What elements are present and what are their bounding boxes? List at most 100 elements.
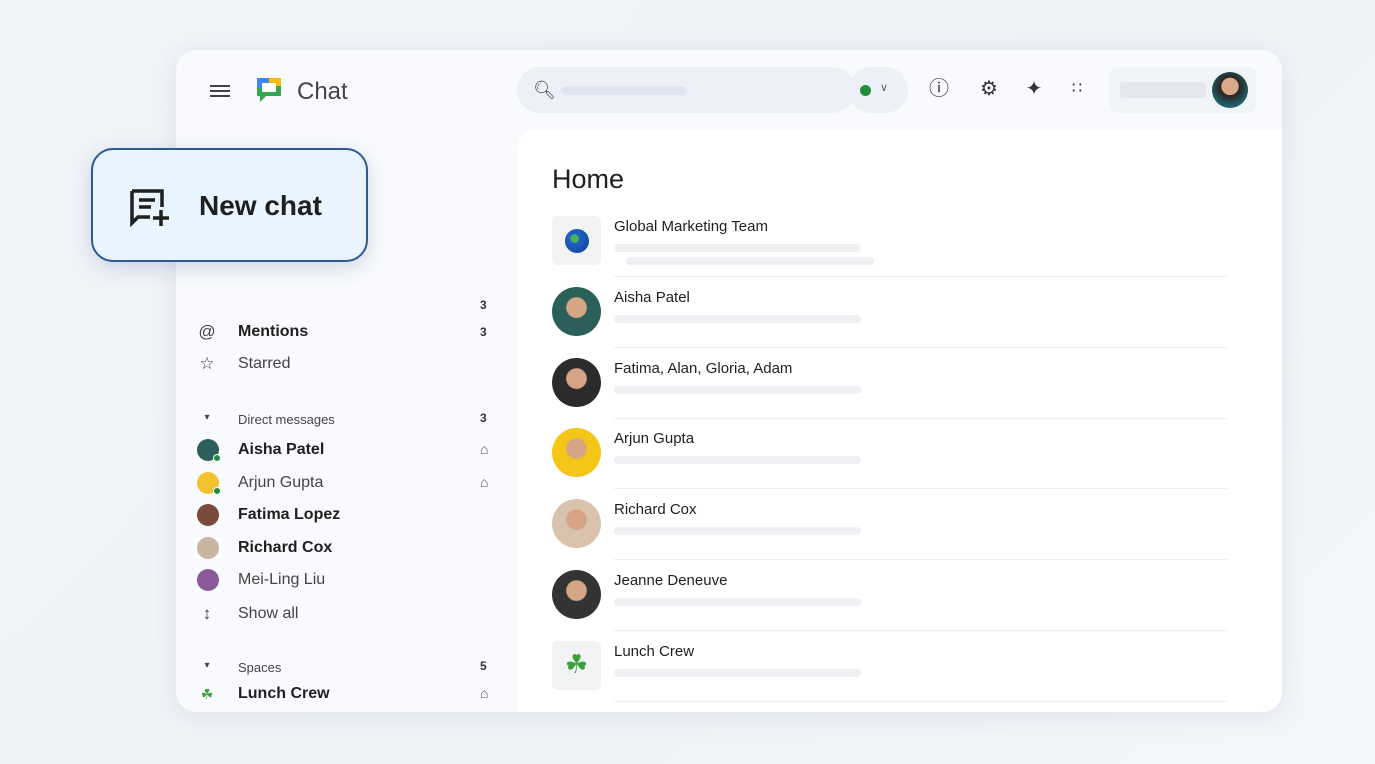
- divider: [614, 346, 1227, 348]
- conversation-name: Arjun Gupta: [614, 430, 695, 448]
- search-placeholder: [561, 86, 687, 95]
- pin-icon[interactable]: ⌂: [480, 474, 488, 490]
- avatar: [552, 357, 601, 407]
- avatar: [197, 439, 221, 462]
- sidebar-dm-item[interactable]: Richard Cox: [196, 535, 496, 563]
- status-active-icon: [860, 85, 871, 96]
- home-panel: Home Global Marketing Team Aisha Patel Fat…: [517, 130, 1282, 712]
- avatar: [197, 569, 219, 591]
- section-label: Spaces: [238, 660, 282, 675]
- conversation-item[interactable]: Arjun Gupta: [552, 428, 1227, 499]
- help-icon[interactable]: ⓘ: [926, 76, 952, 102]
- gemini-sparkle-icon[interactable]: ✦: [1021, 76, 1047, 102]
- message-preview-placeholder: [614, 385, 861, 394]
- show-all-label: Show all: [238, 605, 299, 622]
- message-preview-placeholder: [614, 456, 861, 465]
- sidebar-item-label: Lunch Crew: [238, 685, 330, 702]
- at-icon: @: [198, 322, 216, 341]
- conversation-item[interactable]: Fatima, Alan, Gloria, Adam: [552, 357, 1227, 429]
- sidebar-item-label: Arjun Gupta: [238, 473, 324, 491]
- sidebar-dm-item[interactable]: Fatima Lopez: [196, 502, 496, 530]
- online-indicator: [213, 486, 221, 495]
- message-preview-placeholder: [626, 257, 874, 265]
- conversation-name: Global Marketing Team: [614, 218, 768, 235]
- app-title: Chat: [297, 78, 348, 105]
- avatar: [197, 536, 219, 559]
- message-preview-placeholder: [614, 527, 861, 536]
- avatar: [552, 570, 601, 619]
- new-chat-label: New chat: [199, 190, 322, 221]
- globe-icon: [565, 229, 589, 253]
- avatar: [552, 428, 601, 478]
- divider: [614, 630, 1227, 631]
- pin-icon[interactable]: ⌂: [480, 685, 488, 701]
- avatar: [1212, 72, 1248, 108]
- caret-down-icon: ▾: [204, 660, 210, 671]
- divider: [614, 488, 1227, 490]
- sidebar-item-home[interactable]: 3: [196, 292, 496, 320]
- new-chat-button[interactable]: New chat: [91, 148, 368, 262]
- conversation-item[interactable]: Global Marketing Team: [552, 216, 1227, 287]
- message-preview-placeholder: [614, 244, 861, 252]
- shamrock-icon: ☘: [200, 686, 214, 702]
- pin-icon[interactable]: ⌂: [480, 441, 488, 457]
- conversation-name: Aisha Patel: [614, 288, 690, 306]
- sidebar-item-label: Mei-Ling Liu: [238, 571, 326, 588]
- conversation-name: Richard Cox: [614, 501, 697, 519]
- space-icon: ☘: [552, 640, 601, 690]
- sidebar-dm-item[interactable]: Arjun Gupta ⌂: [196, 470, 496, 498]
- message-preview-placeholder: [614, 668, 861, 677]
- google-chat-logo: [257, 78, 281, 102]
- conversation-item[interactable]: Aisha Patel: [552, 286, 1227, 358]
- message-preview-placeholder: [614, 598, 861, 606]
- conversation-item[interactable]: Richard Cox: [552, 499, 1227, 570]
- online-indicator: [213, 454, 221, 462]
- account-name-placeholder: [1120, 82, 1206, 98]
- sidebar-item-starred[interactable]: ☆ Starred: [196, 351, 496, 379]
- avatar: [552, 286, 601, 336]
- new-chat-icon: [130, 189, 169, 228]
- sidebar-dm-item[interactable]: Mei-Ling Liu: [196, 567, 496, 595]
- unread-count: 3: [480, 325, 487, 339]
- page-title: Home: [552, 164, 625, 194]
- gear-icon[interactable]: ⚙: [976, 76, 1002, 102]
- caret-down-icon: ▾: [204, 412, 210, 423]
- conversation-name: Fatima, Alan, Gloria, Adam: [614, 359, 793, 377]
- avatar: [197, 471, 221, 495]
- sidebar-item-mentions[interactable]: @ Mentions 3: [196, 319, 496, 347]
- search-icon: 🔍︎: [533, 80, 556, 100]
- main-menu-icon[interactable]: [210, 82, 230, 98]
- avatar: [197, 504, 219, 526]
- divider: [614, 417, 1227, 419]
- sidebar-dm-item[interactable]: Aisha Patel ⌂: [196, 437, 496, 465]
- avatar: [552, 499, 601, 549]
- conversation-name: Lunch Crew: [614, 642, 695, 660]
- spaces-header[interactable]: ▾ Spaces 5: [196, 653, 496, 681]
- divider: [614, 276, 1227, 277]
- apps-grid-icon[interactable]: ∷: [1064, 76, 1090, 102]
- sidebar-item-label: Aisha Patel: [238, 441, 325, 458]
- divider: [614, 559, 1227, 561]
- conversation-item[interactable]: Jeanne Deneuve: [552, 570, 1227, 641]
- unread-count: 3: [480, 411, 487, 425]
- home-icon: [196, 294, 218, 316]
- sidebar-item-label: Starred: [238, 355, 291, 372]
- space-icon: [552, 216, 601, 265]
- message-preview-placeholder: [614, 314, 861, 323]
- conversation-name: Jeanne Deneuve: [614, 572, 728, 589]
- sidebar-item-label: Richard Cox: [238, 538, 333, 556]
- sidebar-item-label: Fatima Lopez: [238, 506, 341, 523]
- show-all-button[interactable]: ↕ Show all: [196, 601, 496, 629]
- search-input[interactable]: 🔍︎: [517, 67, 855, 113]
- account-button[interactable]: [1110, 67, 1256, 113]
- section-label: Direct messages: [238, 412, 335, 427]
- chevron-down-icon: ∨: [880, 82, 889, 94]
- star-icon: ☆: [199, 354, 215, 373]
- status-dropdown[interactable]: ∨: [848, 67, 908, 113]
- divider: [614, 700, 1227, 702]
- expand-icon: ↕: [202, 604, 212, 623]
- sidebar-space-item[interactable]: ☘ Lunch Crew ⌂: [196, 681, 496, 709]
- conversation-item[interactable]: ☘ Lunch Crew: [552, 640, 1227, 712]
- direct-messages-header[interactable]: ▾ Direct messages 3: [196, 405, 496, 433]
- unread-count: 5: [480, 659, 487, 673]
